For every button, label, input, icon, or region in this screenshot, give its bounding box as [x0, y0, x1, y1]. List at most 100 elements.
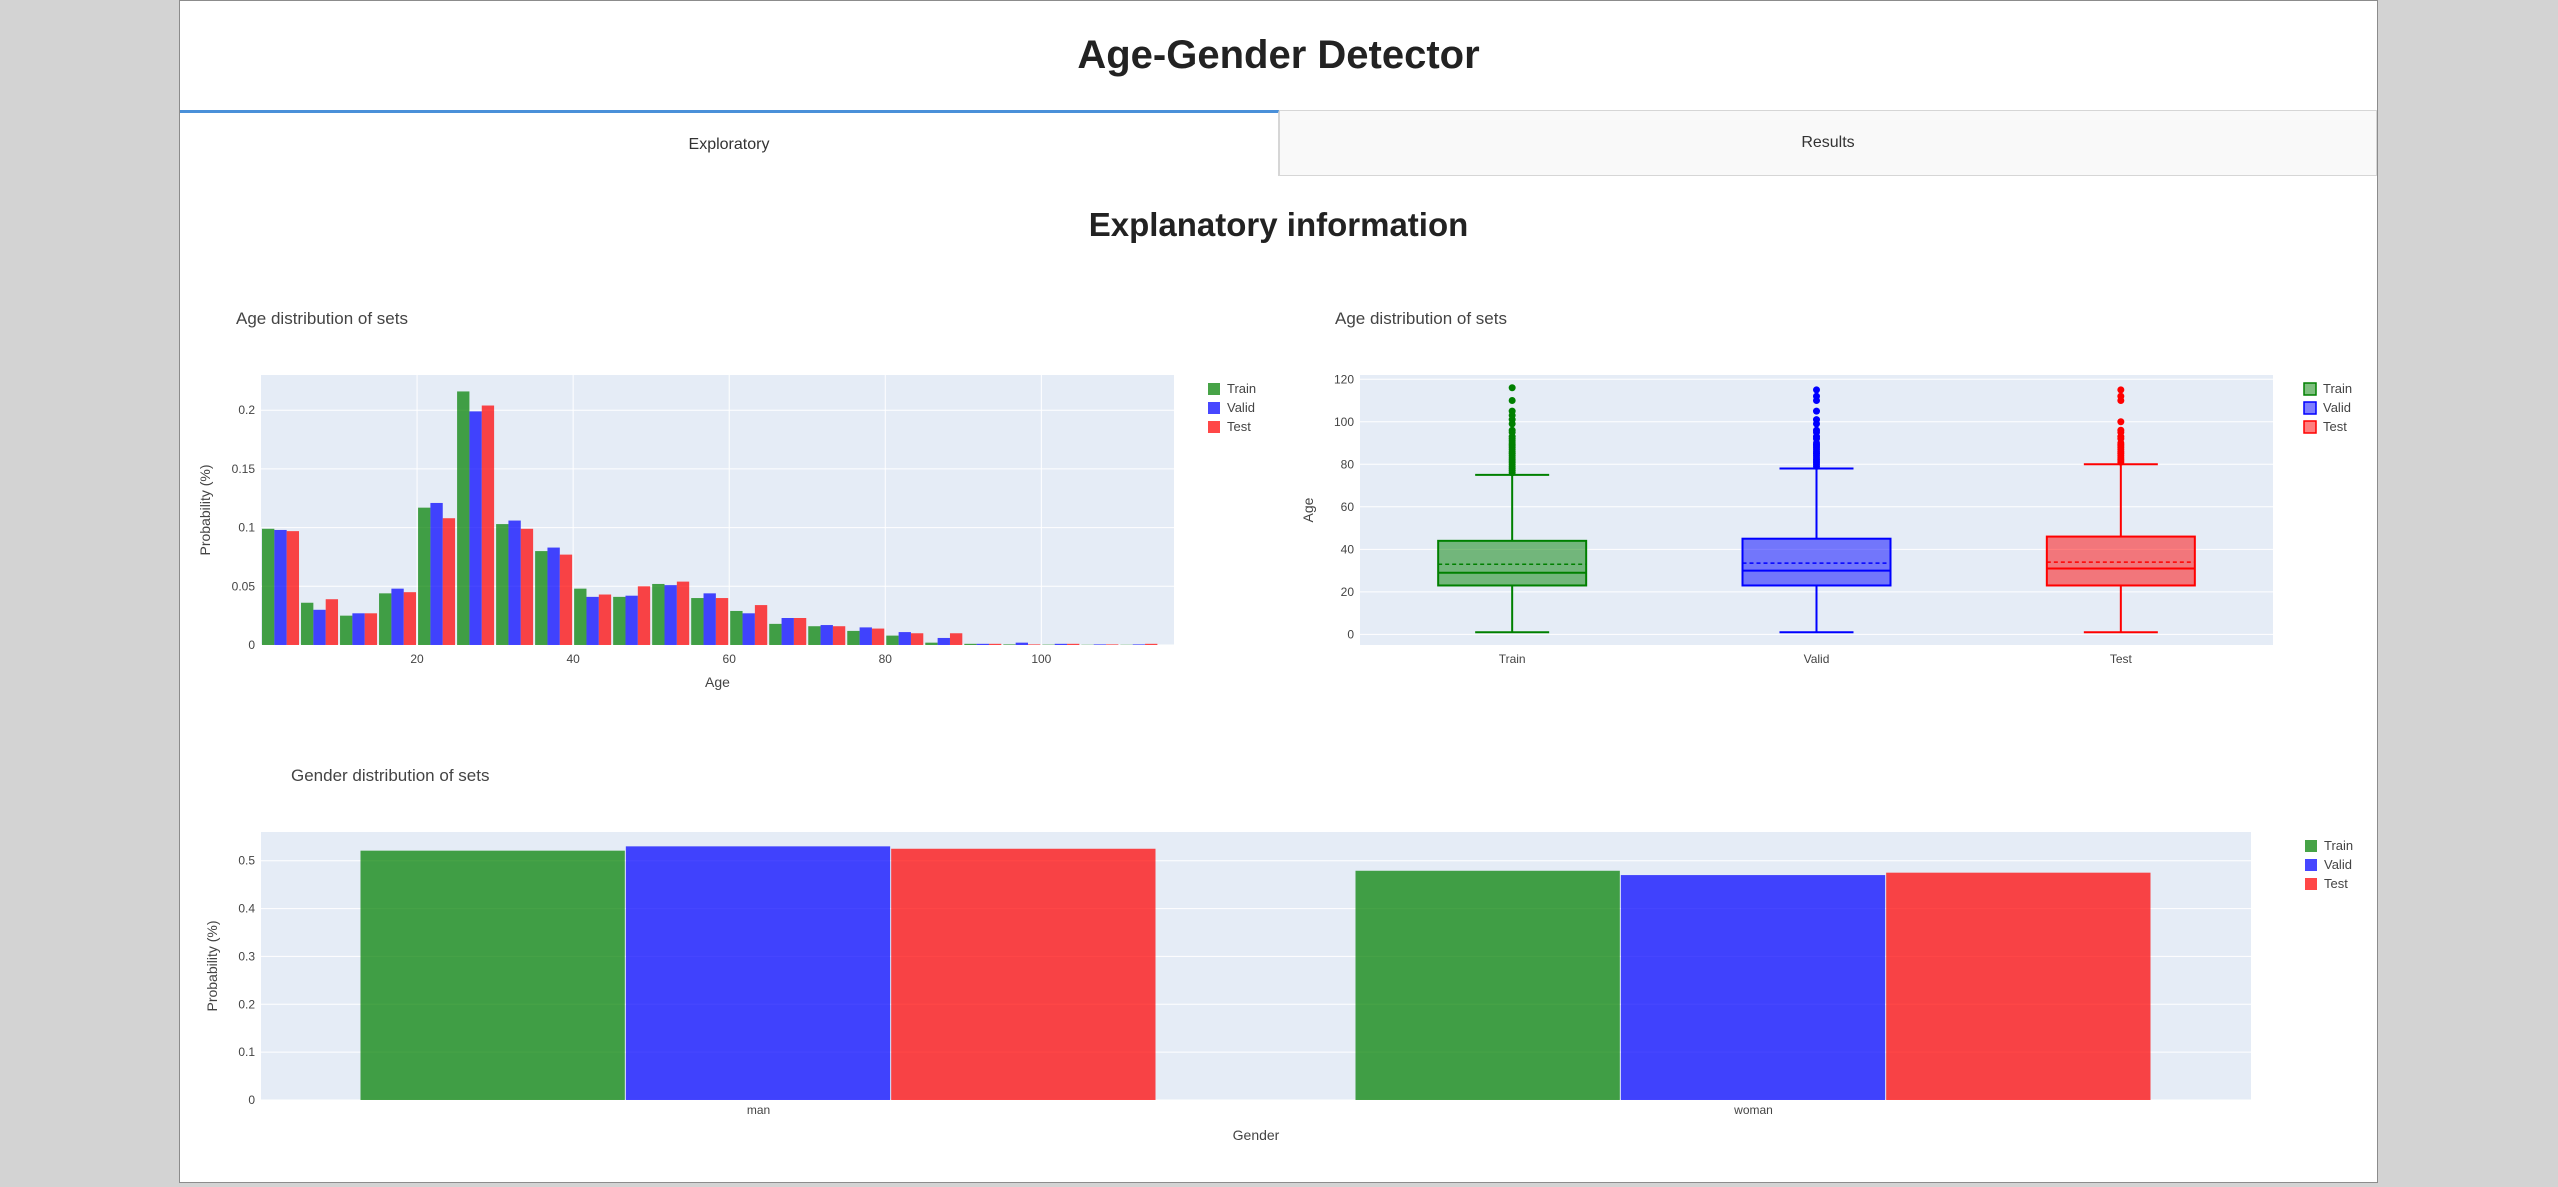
bar-valid: [352, 613, 365, 645]
bar-train: [496, 524, 509, 645]
y-axis-title: Probability (%): [204, 920, 220, 1011]
legend-label-test: Test: [1227, 419, 1251, 434]
legend-swatch-valid: [2305, 859, 2317, 871]
bar-test: [442, 518, 456, 645]
bar-test: [1886, 872, 2151, 1100]
chart-title: Gender distribution of sets: [291, 766, 489, 785]
bar-train: [925, 642, 938, 645]
bar-train: [808, 626, 821, 645]
x-tick-label: Test: [2110, 652, 2133, 666]
x-tick-label: 100: [1031, 652, 1051, 666]
chart-title: Age distribution of sets: [1335, 309, 1507, 328]
bar-valid: [937, 637, 950, 645]
x-tick-label: Valid: [1804, 652, 1830, 666]
legend-label-train: Train: [2324, 838, 2353, 853]
bar-train: [964, 643, 977, 645]
bar-valid: [742, 613, 755, 645]
bar-test: [871, 628, 885, 645]
bar-train: [847, 630, 860, 645]
bar-train: [730, 610, 743, 645]
bar-valid: [430, 502, 443, 645]
bar-train: [1003, 644, 1016, 645]
y-tick-label: 0: [248, 1093, 255, 1107]
outlier-point: [2117, 392, 2125, 400]
y-tick-label: 100: [1334, 415, 1354, 429]
tab-results[interactable]: Results: [1279, 110, 2377, 176]
bar-valid: [547, 547, 560, 645]
legend-swatch-train: [1208, 383, 1220, 395]
age-boxplot-chart: Age distribution of sets 0 20 40 60 80 100 120 T…: [1300, 309, 2352, 666]
y-tick-label: 20: [1341, 585, 1355, 599]
bar-test: [637, 586, 651, 645]
y-axis-title: Age: [1300, 497, 1316, 522]
y-tick-label: 0.2: [238, 997, 255, 1011]
y-tick-label: 0.2: [238, 403, 255, 417]
outlier-point: [1813, 416, 1820, 424]
bar-train: [535, 551, 548, 645]
bar-valid: [1132, 644, 1146, 645]
gender-bar-chart: Gender distribution of sets 0 0.1 0.2 0.3 0.4…: [204, 766, 2353, 1143]
bar-test: [364, 613, 378, 645]
iqr-box: [2045, 535, 2196, 587]
iqr-box: [1437, 539, 1588, 587]
legend-swatch-valid: [2303, 401, 2317, 415]
legend-swatch-test: [2303, 420, 2317, 434]
bar-test: [325, 599, 339, 645]
bar-train: [457, 391, 470, 645]
iqr-box: [1741, 537, 1892, 587]
bar-valid: [820, 625, 833, 645]
legend-swatch-test: [1208, 421, 1220, 433]
bar-valid: [586, 596, 599, 645]
bar-train: [340, 615, 353, 645]
bar-test: [754, 605, 768, 645]
outlier-point: [1508, 426, 1516, 434]
chart-title: Age distribution of sets: [236, 309, 408, 328]
y-tick-label: 0.05: [232, 579, 256, 593]
outlier-point: [1813, 407, 1820, 415]
bar-valid: [391, 588, 404, 645]
y-tick-label: 0.15: [232, 462, 256, 476]
legend-label-valid: Valid: [2323, 400, 2351, 415]
x-tick-label: man: [747, 1103, 770, 1117]
bar-valid: [508, 520, 521, 645]
bar-valid: [1620, 875, 1886, 1100]
bar-valid: [274, 529, 287, 645]
y-tick-label: 40: [1341, 542, 1355, 556]
bar-valid: [1093, 644, 1107, 645]
x-axis-title: Gender: [1233, 1127, 1280, 1143]
legend-label-valid: Valid: [1227, 400, 1255, 415]
legend-swatch-valid: [1208, 402, 1220, 414]
outlier-point: [2117, 418, 2125, 426]
bar-valid: [976, 643, 989, 645]
outlier-point: [1813, 392, 1820, 400]
app-title: Age-Gender Detector: [1077, 33, 1480, 77]
tab-exploratory[interactable]: Exploratory: [180, 110, 1279, 176]
bar-train: [769, 623, 782, 645]
outlier-point: [1508, 397, 1516, 405]
bar-test: [949, 633, 963, 645]
bar-valid: [781, 618, 794, 645]
x-axis-title: Age: [705, 674, 730, 690]
y-tick-label: 0.4: [238, 902, 255, 916]
bar-test: [832, 626, 846, 645]
y-tick-label: 0: [248, 638, 255, 652]
section-title: Explanatory information: [1088, 206, 1469, 243]
bar-test: [793, 618, 807, 645]
y-tick-label: 60: [1341, 500, 1355, 514]
bar-train: [379, 593, 392, 645]
outlier-point: [2117, 386, 2125, 394]
x-tick-label: Train: [1499, 652, 1526, 666]
outlier-point: [2117, 426, 2125, 434]
bar-test: [598, 594, 612, 645]
y-tick-label: 120: [1334, 372, 1354, 386]
legend-label-test: Test: [2324, 876, 2348, 891]
bar-valid: [859, 627, 872, 645]
x-tick-label: woman: [1733, 1103, 1773, 1117]
legend-label-valid: Valid: [2324, 857, 2352, 872]
bar-train: [262, 528, 275, 645]
bar-test: [676, 581, 690, 645]
bar-train: [574, 588, 587, 645]
bar-test: [1067, 643, 1080, 645]
bar-train: [613, 596, 626, 645]
bar-train: [691, 598, 704, 645]
